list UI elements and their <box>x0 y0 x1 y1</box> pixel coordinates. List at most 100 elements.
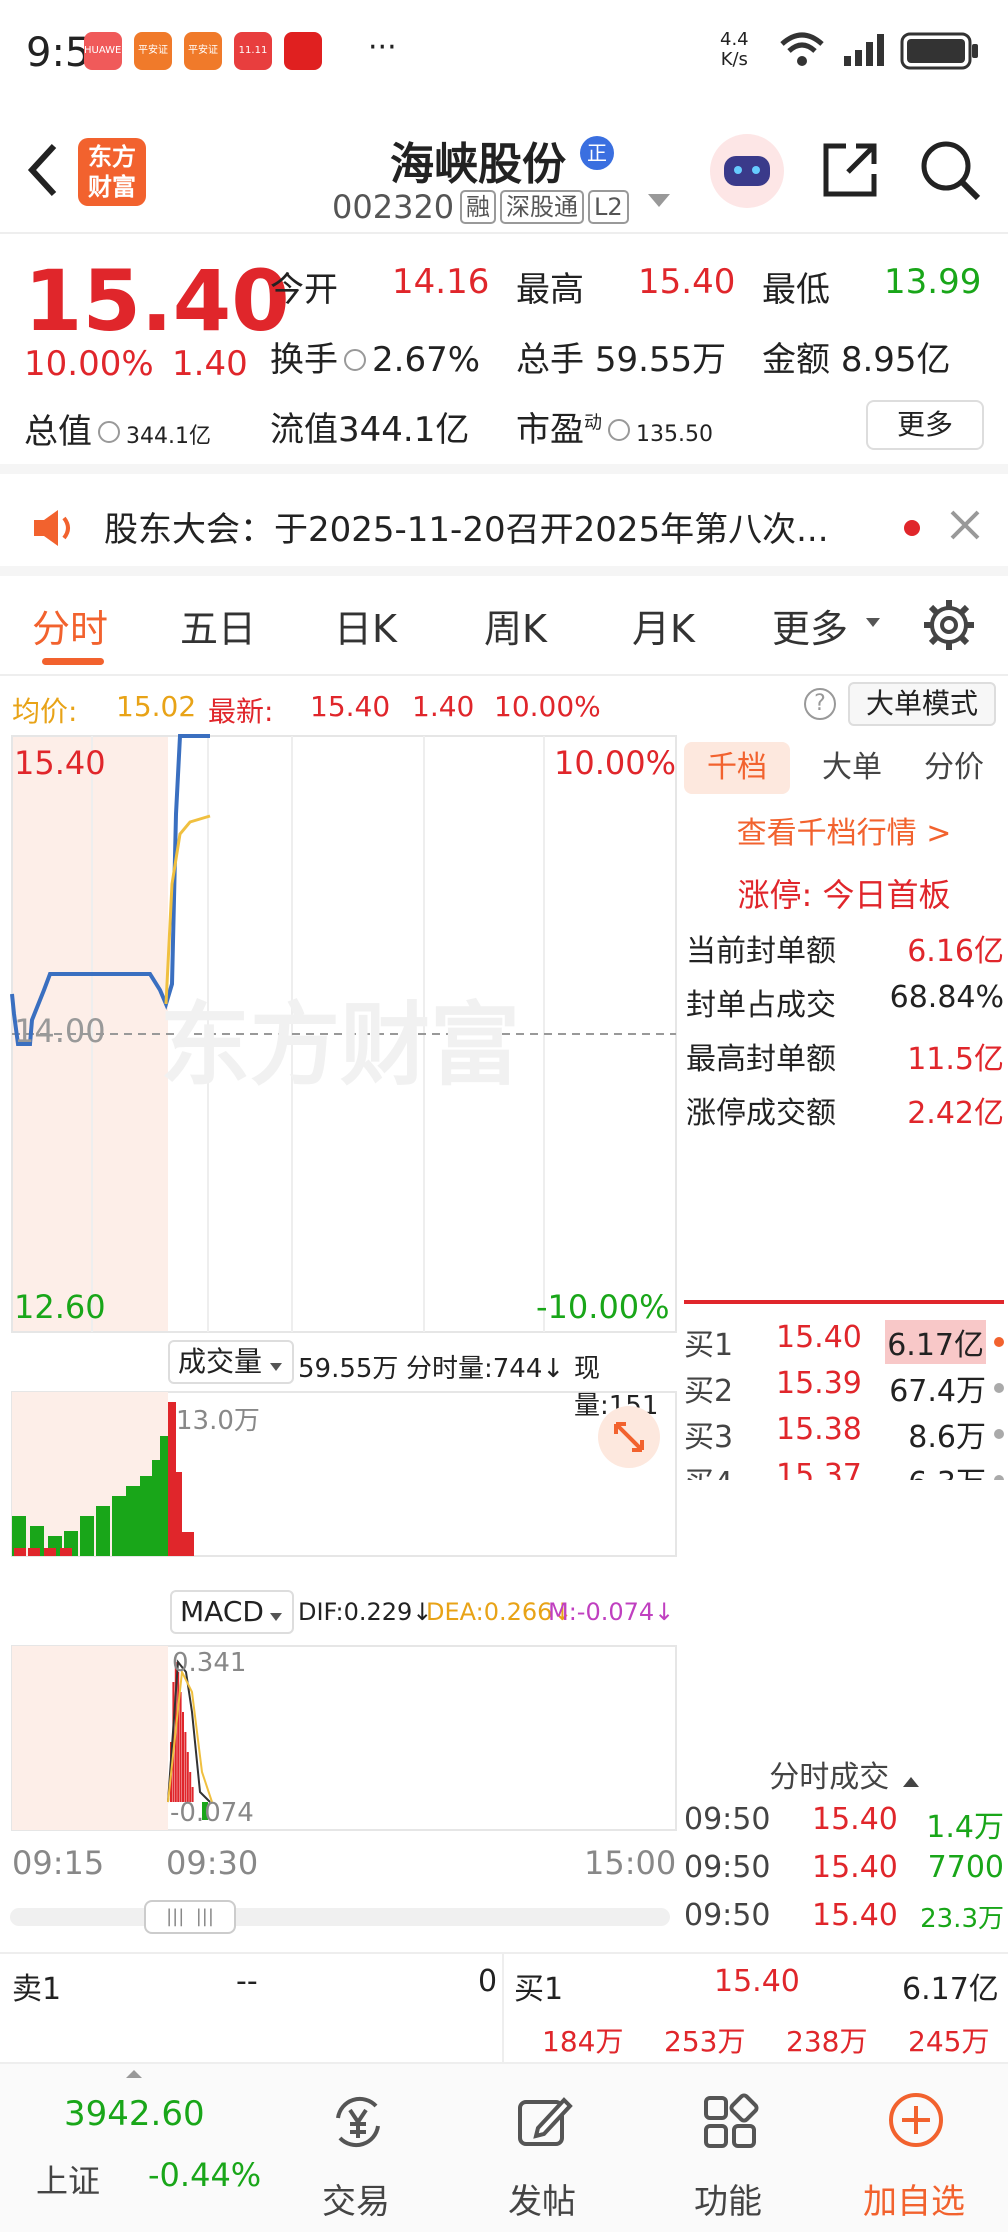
active-tab-underline <box>42 658 104 665</box>
volume-bar <box>60 1548 72 1556</box>
bid-row[interactable]: 买3 15.38 8.6万 <box>680 1412 1008 1458</box>
low-price: 13.99 <box>884 262 982 302</box>
trade-time: 09:50 <box>684 1802 771 1837</box>
code-tag: 深股通 <box>500 190 584 224</box>
bid-volume: 6.17亿 <box>885 1320 986 1364</box>
macd-bar <box>182 1712 184 1802</box>
bid-level: 买2 <box>684 1374 734 1409</box>
volume-selector[interactable]: 成交量 <box>168 1340 294 1384</box>
search-icon[interactable] <box>918 138 982 202</box>
nav-trade[interactable]: 交易 <box>256 2064 456 2234</box>
expand-icon[interactable] <box>598 1406 660 1468</box>
index-change: -0.44% <box>148 2156 262 2194</box>
sell1-volume: 0 <box>478 1964 498 1999</box>
bid-level: 买1 <box>684 1328 734 1363</box>
tab-weekly-k[interactable]: 周K <box>484 598 547 653</box>
share-icon[interactable] <box>818 138 882 202</box>
back-icon[interactable] <box>22 140 62 200</box>
bid-row[interactable]: 买2 15.39 67.4万 <box>680 1366 1008 1412</box>
help-icon[interactable]: ? <box>804 688 836 720</box>
watermark: 东方财富 <box>160 993 520 1098</box>
macd-dif: DIF:0.229↓ <box>298 1598 433 1626</box>
edit-icon <box>518 2097 573 2146</box>
caret-up-icon <box>902 1777 919 1787</box>
divider <box>684 1300 1004 1304</box>
order-book-panel: 千档 大单 分价 查看千档行情 > 涨停: 今日首板 当前封单额 6.16亿 封单占… <box>680 732 1008 1952</box>
queue-item: 245万 <box>908 2025 990 2058</box>
quote-panel: 15.40 10.00% 1.40 总值 344.1亿 今开 14.16 最高 1… <box>0 234 1008 474</box>
chart-canvas[interactable] <box>0 732 680 1952</box>
eastmoney-logo[interactable]: 东方 财富 <box>78 138 146 206</box>
latest-pct: 10.00% <box>494 690 601 723</box>
stock-title[interactable]: 海峡股份 正 002320 融深股通 L2 <box>330 118 690 228</box>
latest-price: 15.40 <box>310 690 391 723</box>
info-icon[interactable] <box>608 419 630 441</box>
battery-icon <box>900 32 978 70</box>
chart-scrollbar[interactable] <box>10 1908 670 1926</box>
volume-bar <box>80 1516 94 1556</box>
trade-price: 15.40 <box>812 1898 898 1933</box>
volume-bar <box>126 1486 140 1556</box>
avg-price: 15.02 <box>116 690 197 723</box>
high-price: 15.40 <box>638 262 736 302</box>
side-tab-fenjia[interactable]: 分价 <box>904 742 1004 794</box>
bid-dot <box>994 1475 1004 1480</box>
nav-functions[interactable]: 功能 <box>628 2064 828 2234</box>
side-tab-qiandang[interactable]: 千档 <box>684 742 790 794</box>
info-icon[interactable] <box>344 349 366 371</box>
side-tab-dadan[interactable]: 大单 <box>802 742 902 794</box>
info-icon[interactable] <box>98 421 120 443</box>
macd-bottom-label: -0.074 <box>170 1798 254 1828</box>
ai-assistant-avatar[interactable] <box>710 134 784 208</box>
index-name: 上证 <box>36 2162 101 2200</box>
intraday-chart[interactable]: 15.40 14.00 12.60 10.00% -10.00% 东方财富 成交… <box>0 732 680 1952</box>
volume: 总手 59.55万 <box>516 340 727 380</box>
nav-add-watchlist[interactable]: 加自选 <box>814 2064 1008 2234</box>
level1-book: 卖1 -- 0 买1 15.40 6.17亿 184万 253万 238万 24… <box>0 1952 1008 2064</box>
more-notifications-icon: ··· <box>368 30 397 65</box>
chevron-up-icon <box>126 2070 142 2078</box>
macd-selector[interactable]: MACD <box>170 1590 294 1634</box>
trades-header[interactable]: 分时成交 <box>680 1752 1008 1796</box>
limit-stat-row: 当前封单额 6.16亿 <box>686 926 1004 970</box>
trade-price: 15.40 <box>812 1802 898 1837</box>
close-icon[interactable] <box>948 508 982 542</box>
nav-post[interactable]: 发帖 <box>442 2064 642 2234</box>
bid-price: 15.37 <box>776 1458 862 1480</box>
settings-gear-icon[interactable] <box>922 598 976 652</box>
view-qiandang-link[interactable]: 查看千档行情 > <box>680 808 1008 852</box>
pre-market-shade <box>12 1646 168 1830</box>
chart-info-line: 均价: 15.02 最新: 15.40 1.40 10.00% ? 大单模式 <box>0 678 1008 732</box>
scroll-handle[interactable]: ||| ||| <box>144 1900 236 1934</box>
index-ticker[interactable]: 3942.60 上证 -0.44% <box>0 2064 270 2234</box>
stock-code: 002320 <box>332 188 455 226</box>
open-price: 14.16 <box>392 262 490 302</box>
big-order-mode-button[interactable]: 大单模式 <box>848 682 996 726</box>
stat-label: 最高封单额 <box>686 1042 836 1077</box>
bid-level: 买3 <box>684 1420 734 1455</box>
tab-five-day[interactable]: 五日 <box>180 598 256 653</box>
macd-top-label: 0.341 <box>172 1648 247 1678</box>
more-quote-button[interactable]: 更多 <box>866 400 984 450</box>
bid-volume: 8.6万 <box>908 1420 986 1455</box>
caret-down-icon <box>269 1613 282 1621</box>
huawei-app-icon: HUAWEI <box>84 32 124 70</box>
bid-dot <box>994 1429 1004 1439</box>
pe-ratio: 市盈动 135.50 <box>516 410 713 450</box>
code-tag: L2 <box>588 190 629 224</box>
tab-fenshi[interactable]: 分时 <box>32 598 108 653</box>
bid-dot <box>994 1337 1004 1347</box>
bid-row[interactable]: 买4 15.37 6.3万 <box>680 1458 1008 1480</box>
status-bar: 9:50 HUAWEI 平安证券 平安证券 11.11 ··· 4.4 K/s <box>0 0 1008 110</box>
time-axis-start: 09:15 <box>12 1844 105 1882</box>
announcement-bar[interactable]: 股东大会：于2025-11-20召开2025年第八次... <box>0 474 1008 576</box>
bid-list: 买1 15.40 6.17亿买2 15.39 67.4万买3 15.38 8.6万买4 15.… <box>680 1310 1008 1480</box>
tab-daily-k[interactable]: 日K <box>334 598 397 653</box>
stock-name: 海峡股份 <box>390 139 566 190</box>
stat-label: 涨停成交额 <box>686 1096 836 1131</box>
bid-row[interactable]: 买1 15.40 6.17亿 <box>680 1320 1008 1366</box>
tab-monthly-k[interactable]: 月K <box>632 598 695 653</box>
tab-more[interactable]: 更多 <box>772 598 848 653</box>
limit-up-title: 涨停: 今日首板 <box>737 876 951 914</box>
volume-bar <box>168 1402 176 1556</box>
